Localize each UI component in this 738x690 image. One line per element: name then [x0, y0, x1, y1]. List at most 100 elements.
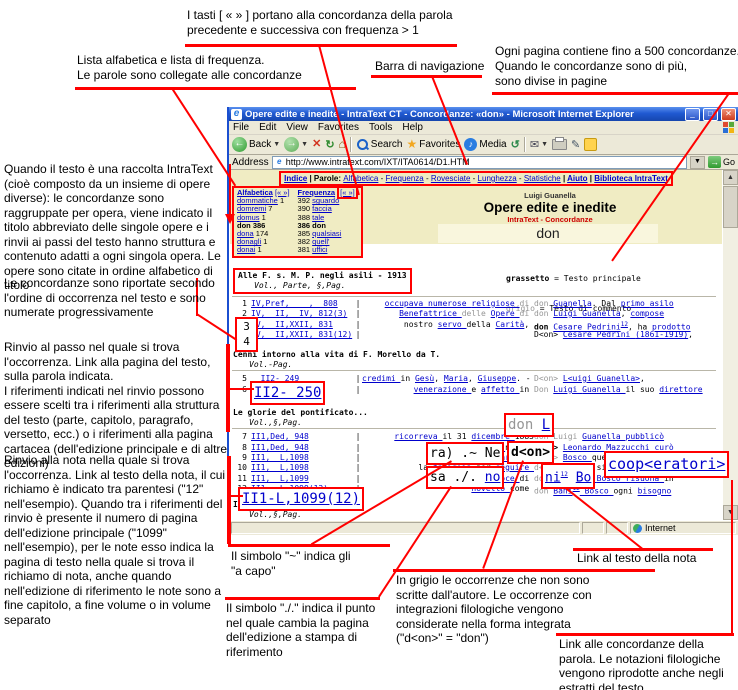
word-count: 1	[255, 245, 261, 254]
link-text[interactable]: compose	[630, 309, 664, 318]
word-lists: Alfabetica [« »]dommatiche 1domremi 7dom…	[232, 186, 363, 258]
history-button[interactable]: ↺	[511, 138, 520, 151]
link-text[interactable]: Maria	[444, 374, 468, 383]
minimize-button[interactable]: _	[685, 108, 700, 121]
link-text[interactable]: (1861-1919)	[635, 330, 688, 339]
messenger-button[interactable]	[584, 138, 597, 151]
link-text[interactable]: Gesù	[415, 374, 434, 383]
passage-reference-link[interactable]: II1, L,1098	[251, 453, 354, 463]
link-text[interactable]: no	[485, 470, 501, 485]
link-text[interactable]: venerazione	[414, 385, 472, 394]
magnified-reference-link[interactable]: II2- 250	[250, 381, 325, 405]
word-link[interactable]: donai	[237, 245, 255, 254]
media-button[interactable]: ♪Media	[464, 138, 506, 151]
link-text[interactable]: Frequenza	[386, 174, 424, 183]
go-button[interactable]: → Go	[708, 156, 735, 168]
scrollbar-thumb[interactable]	[723, 186, 738, 228]
passage-reference-link[interactable]: IV, II,XXII, 831(12)	[251, 330, 354, 340]
link-text[interactable]: direttore	[659, 385, 702, 394]
title-bar[interactable]: e Opere edite e inedite - IntraText CT -…	[229, 107, 738, 121]
link-text[interactable]: bisogno	[638, 487, 672, 496]
scroll-up-icon[interactable]: ▲	[723, 170, 738, 185]
link-text[interactable]: 12	[621, 321, 628, 328]
link-text[interactable]: primo	[621, 299, 650, 308]
link-text[interactable]: Bosco	[563, 453, 592, 462]
link-text[interactable]: Benefattrice	[399, 309, 462, 318]
close-button[interactable]: ✕	[721, 108, 736, 121]
passage-reference-link[interactable]: IV,Pref, , 808	[251, 299, 354, 309]
menu-help[interactable]: Help	[402, 122, 423, 133]
toolbar: ←Back▼→▼✕↻⌂Search★Favorites♪Media↺✉▼✎	[229, 135, 738, 155]
link-text[interactable]: Guanella	[582, 432, 625, 441]
link-text[interactable]: pubblicò	[626, 432, 665, 441]
link-text[interactable]: Indice	[284, 174, 307, 183]
passage-reference-link[interactable]: II1,Ded, 948	[251, 443, 354, 453]
passage-reference-link[interactable]: II1, L,1098	[251, 463, 354, 473]
link-text[interactable]: L<uigi Guanella>	[563, 374, 640, 383]
passage-reference-link[interactable]: II1, L,1099	[251, 474, 354, 484]
text-segment: Don	[534, 385, 553, 394]
link-text[interactable]: religiose	[471, 299, 519, 308]
menu-file[interactable]: File	[233, 122, 249, 133]
print-button[interactable]	[552, 139, 567, 150]
link-text[interactable]: Leonardo	[563, 443, 606, 452]
stop-button[interactable]: ✕	[312, 138, 321, 151]
word-link[interactable]: uffici	[312, 245, 327, 254]
link-text[interactable]: ricorreva	[394, 432, 442, 441]
back-button[interactable]: ←Back▼	[232, 137, 280, 152]
passage-reference-link[interactable]: II1,Ded, 948	[251, 432, 354, 442]
link-text[interactable]: Rovesciate	[431, 174, 471, 183]
link-text[interactable]: L	[542, 417, 550, 433]
magnified-word-link[interactable]: coop<eratori>	[604, 451, 729, 478]
section-title: Le glorie del pontificato...	[233, 408, 368, 418]
magnified-note-link[interactable]: ni12 Bo	[541, 463, 595, 489]
link-text[interactable]: credimi	[362, 374, 401, 383]
link-text[interactable]: Pedrini	[597, 330, 636, 339]
link-text[interactable]: Opere	[491, 309, 520, 318]
menu-edit[interactable]: Edit	[259, 122, 276, 133]
prev-next-arrows[interactable]: [« »]	[337, 186, 358, 199]
link-text[interactable]: servo	[438, 320, 467, 329]
link-text[interactable]: ni	[545, 470, 561, 485]
magnified-note-reference[interactable]: II1-L,1099(12)	[238, 487, 364, 511]
address-input[interactable]: e http://www.intratext.com/IXT/ITA0614/D…	[272, 156, 687, 169]
link-text[interactable]: Guanella	[582, 385, 625, 394]
edit-button[interactable]: ✎	[571, 138, 580, 151]
link-text[interactable]: Guanella	[553, 299, 592, 308]
link-text[interactable]: Carità	[495, 320, 524, 329]
menu-view[interactable]: View	[286, 122, 308, 133]
forward-button[interactable]: →▼	[284, 137, 308, 152]
link-text[interactable]: Biblioteca IntraText	[594, 174, 668, 183]
link-text[interactable]: Giuseppe	[478, 374, 517, 383]
menu-tools[interactable]: Tools	[369, 122, 392, 133]
magnified-row-numbers: 3 4	[235, 317, 258, 352]
link-text[interactable]: Cesare	[563, 330, 597, 339]
link-text[interactable]: Statistiche	[524, 174, 561, 183]
passage-reference-link[interactable]: IV, II, IV, 812(3)	[251, 309, 354, 319]
favorites-button[interactable]: ★Favorites	[406, 138, 460, 151]
row-number: 5	[234, 374, 247, 384]
link-text[interactable]: 12	[561, 471, 568, 478]
mail-button[interactable]: ✉▼	[530, 138, 548, 151]
link-text[interactable]: asilo	[650, 299, 674, 308]
search-button[interactable]: Search	[356, 138, 403, 151]
word-count: 1	[261, 237, 267, 246]
prev-next-arrows-link[interactable]: [« »]	[340, 188, 355, 197]
link-text[interactable]: Guanella	[582, 309, 621, 318]
text-segment: di	[520, 474, 534, 483]
column-separator: |	[354, 463, 362, 473]
address-dropdown-button[interactable]: ▼	[690, 156, 705, 169]
link-text[interactable]: affetto	[481, 385, 520, 394]
status-bar: Internet	[229, 520, 738, 535]
link-text[interactable]: Bo	[576, 470, 592, 485]
link-text[interactable]: numerose	[428, 299, 471, 308]
link-text[interactable]: Lunghezza	[478, 174, 517, 183]
page-icon: e	[275, 158, 284, 167]
site-navbar-row: Indice | Parole: Alfabetica - Frequenza …	[230, 171, 722, 186]
link-text[interactable]: Alfabetica	[343, 174, 378, 183]
link-text[interactable]: Luigi	[553, 309, 582, 318]
link-text[interactable]: Luigi	[553, 385, 582, 394]
refresh-button[interactable]: ↻	[325, 138, 334, 151]
link-text[interactable]: occupava	[385, 299, 428, 308]
link-text[interactable]: Aiuto	[567, 174, 587, 183]
